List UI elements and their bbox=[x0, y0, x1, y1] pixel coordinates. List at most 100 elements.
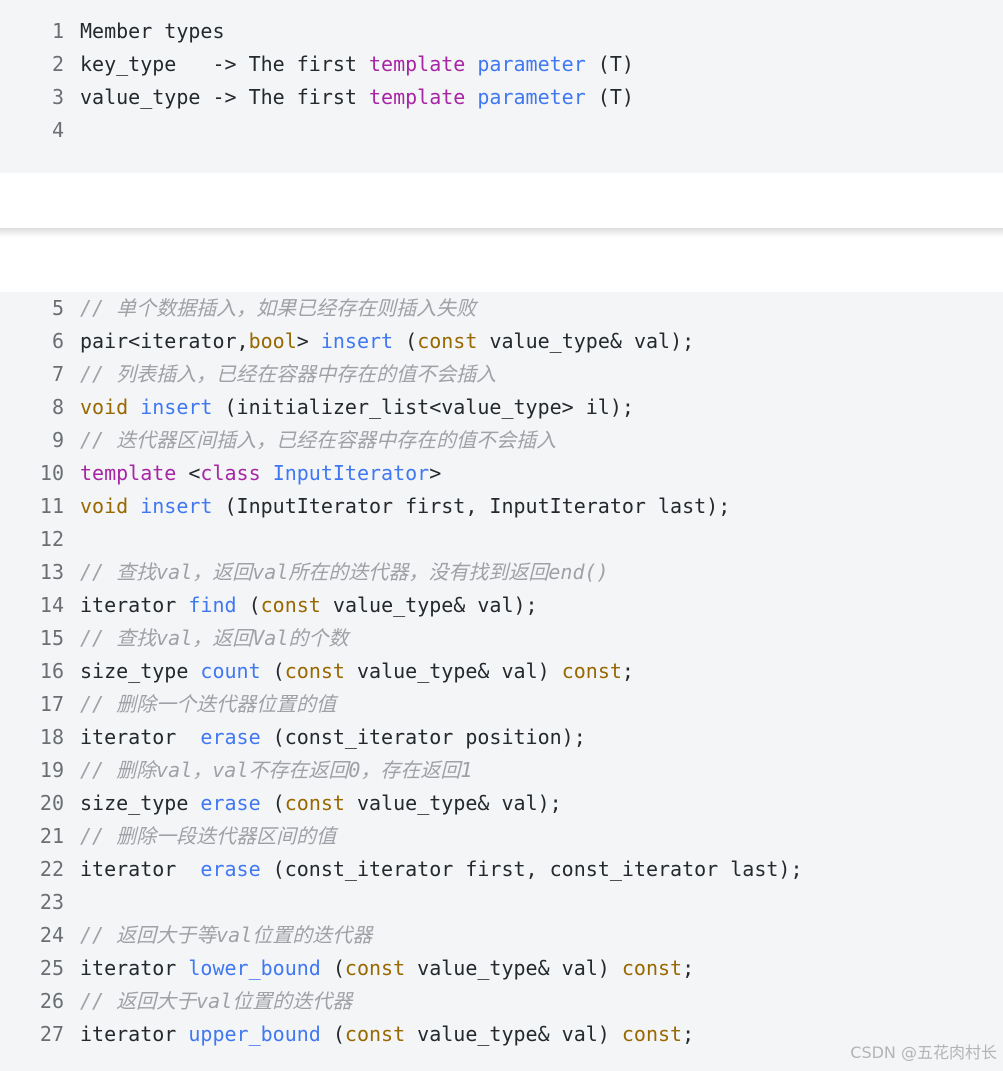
code-token: const bbox=[344, 1022, 406, 1046]
code-line: 1 Member types bbox=[0, 15, 1003, 48]
line-number: 18 bbox=[39, 725, 64, 749]
code-token: < bbox=[176, 461, 201, 485]
code-token: insert bbox=[320, 329, 394, 353]
code-token: key_type -> The first bbox=[80, 52, 369, 76]
code-comment: // 单个数据插入，如果已经存在则插入失败 bbox=[80, 296, 477, 320]
line-number: 27 bbox=[39, 1022, 64, 1046]
code-token: value_type -> The first bbox=[80, 85, 369, 109]
code-line: 5 // 单个数据插入，如果已经存在则插入失败 bbox=[0, 292, 1003, 325]
code-token: iterator bbox=[80, 956, 189, 980]
code-token: (T) bbox=[585, 52, 634, 76]
code-comment: // 返回大于val位置的迭代器 bbox=[80, 989, 353, 1013]
code-token: const bbox=[284, 791, 345, 815]
code-token: ( bbox=[393, 329, 418, 353]
code-token: ; bbox=[682, 1022, 695, 1046]
code-token: template bbox=[80, 461, 177, 485]
code-token: parameter bbox=[477, 85, 586, 109]
code-token: value_type& val) bbox=[344, 659, 562, 683]
code-line: 17 // 删除一个迭代器位置的值 bbox=[0, 688, 1003, 721]
code-token: ( bbox=[320, 1022, 345, 1046]
code-token: erase bbox=[200, 857, 261, 881]
code-token: > bbox=[296, 329, 321, 353]
code-token: (const_iterator first, const_iterator la… bbox=[260, 857, 803, 881]
code-token: template bbox=[368, 52, 466, 76]
code-token: find bbox=[188, 593, 237, 617]
code-lines: 5 // 单个数据插入，如果已经存在则插入失败 6 pair<iterator,boo… bbox=[0, 292, 1003, 1051]
code-token: (const_iterator position); bbox=[260, 725, 586, 749]
code-token: const bbox=[284, 659, 345, 683]
code-token: value_type& val) bbox=[405, 1022, 622, 1046]
code-line: 26 // 返回大于val位置的迭代器 bbox=[0, 985, 1003, 1018]
code-token: upper_bound bbox=[188, 1022, 321, 1046]
line-number: 6 bbox=[51, 329, 64, 353]
code-token: iterator bbox=[80, 593, 189, 617]
code-token: ( bbox=[320, 956, 345, 980]
code-line: 16 size_type count (const value_type& val… bbox=[0, 655, 1003, 688]
code-token: ; bbox=[682, 956, 695, 980]
code-token: parameter bbox=[477, 52, 586, 76]
code-line: 25 iterator lower_bound (const value_type… bbox=[0, 952, 1003, 985]
code-lines: 1 Member types 2 key_type -> The first temp… bbox=[0, 15, 1003, 147]
code-line: 11 void insert (InputIterator first, Inpu… bbox=[0, 490, 1003, 523]
code-comment: // 查找val，返回val所在的迭代器，没有找到返回end() bbox=[80, 560, 609, 584]
code-token: insert bbox=[140, 494, 213, 518]
code-token: iterator bbox=[80, 857, 201, 881]
code-token: value_type& val) bbox=[405, 956, 622, 980]
line-number: 22 bbox=[39, 857, 64, 881]
code-token: erase bbox=[200, 725, 261, 749]
code-token: bool bbox=[248, 329, 297, 353]
line-number: 21 bbox=[39, 824, 64, 848]
code-token: lower_bound bbox=[188, 956, 321, 980]
code-comment: // 删除一段迭代器区间的值 bbox=[80, 824, 337, 848]
line-number: 17 bbox=[39, 692, 64, 716]
line-number: 15 bbox=[39, 626, 64, 650]
code-token: insert bbox=[140, 395, 213, 419]
line-number: 19 bbox=[39, 758, 64, 782]
code-token: class bbox=[200, 461, 261, 485]
code-line: 20 size_type erase (const value_type& val… bbox=[0, 787, 1003, 820]
code-line: 14 iterator find (const value_type& val); bbox=[0, 589, 1003, 622]
line-number: 10 bbox=[39, 461, 64, 485]
code-token: (initializer_list<value_type> il); bbox=[212, 395, 634, 419]
code-line: 10 template <class InputIterator> bbox=[0, 457, 1003, 490]
code-line: 13 // 查找val，返回val所在的迭代器，没有找到返回end() bbox=[0, 556, 1003, 589]
code-token: ( bbox=[236, 593, 261, 617]
code-comment: // 迭代器区间插入，已经在容器中存在的值不会插入 bbox=[80, 428, 557, 452]
code-token: pair<iterator, bbox=[80, 329, 249, 353]
code-token: (T) bbox=[585, 85, 634, 109]
code-block-member-types: 1 Member types 2 key_type -> The first temp… bbox=[0, 0, 1003, 173]
code-token: erase bbox=[200, 791, 261, 815]
line-number: 11 bbox=[39, 494, 64, 518]
line-number: 7 bbox=[51, 362, 64, 386]
code-line: 3 value_type -> The first template parame… bbox=[0, 81, 1003, 114]
code-token: const bbox=[621, 1022, 683, 1046]
line-number: 2 bbox=[51, 52, 64, 76]
line-number: 16 bbox=[39, 659, 64, 683]
code-line: 15 // 查找val，返回Val的个数 bbox=[0, 622, 1003, 655]
code-token: void bbox=[80, 395, 129, 419]
code-token: const bbox=[260, 593, 321, 617]
line-number: 14 bbox=[39, 593, 64, 617]
line-number: 26 bbox=[39, 989, 64, 1013]
code-line: 18 iterator erase (const_iterator positio… bbox=[0, 721, 1003, 754]
code-line: 4 bbox=[0, 114, 1003, 147]
code-comment: // 返回大于等val位置的迭代器 bbox=[80, 923, 373, 947]
code-token: void bbox=[80, 494, 129, 518]
code-token: value_type& val); bbox=[344, 791, 562, 815]
code-line: 12 bbox=[0, 523, 1003, 556]
line-number: 13 bbox=[39, 560, 64, 584]
code-token: Member types bbox=[80, 19, 225, 43]
line-number: 24 bbox=[39, 923, 64, 947]
line-number: 1 bbox=[51, 19, 64, 43]
code-line: 24 // 返回大于等val位置的迭代器 bbox=[0, 919, 1003, 952]
line-number: 25 bbox=[39, 956, 64, 980]
code-token: const bbox=[344, 956, 406, 980]
code-line: 7 // 列表插入，已经在容器中存在的值不会插入 bbox=[0, 358, 1003, 391]
code-token: value_type& val); bbox=[320, 593, 538, 617]
code-line: 21 // 删除一段迭代器区间的值 bbox=[0, 820, 1003, 853]
code-token: (InputIterator first, InputIterator last… bbox=[212, 494, 731, 518]
code-line: 8 void insert (initializer_list<value_typ… bbox=[0, 391, 1003, 424]
